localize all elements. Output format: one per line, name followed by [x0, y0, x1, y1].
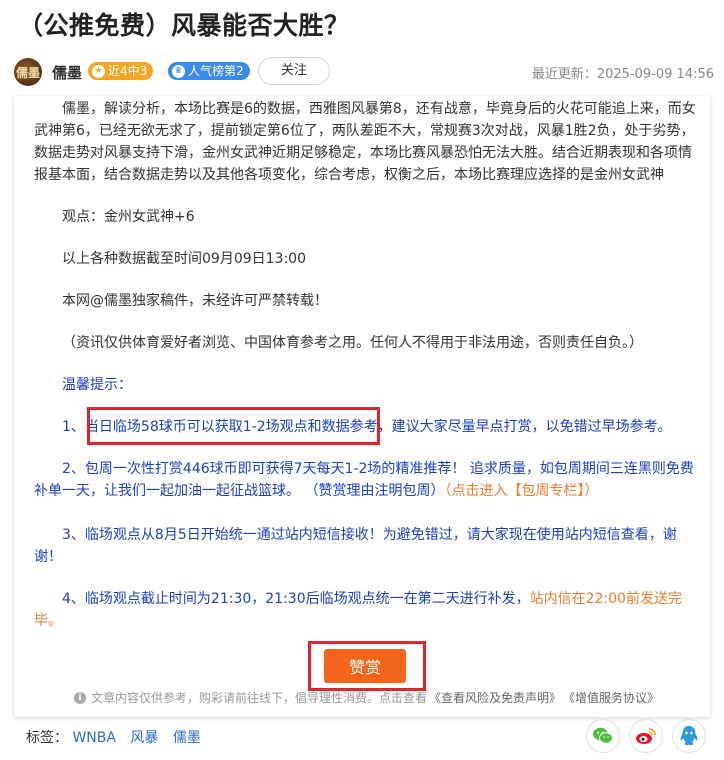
weibo-icon [636, 728, 656, 744]
share-qq-button[interactable] [672, 719, 706, 753]
tag-storm[interactable]: 风暴 [130, 730, 158, 746]
tags-label: 标签： [26, 730, 68, 746]
author-name[interactable]: 儒墨 [52, 62, 82, 83]
tips-title: 温馨提示： [62, 377, 132, 393]
analysis-paragraph: 儒墨，解读分析，本场比赛是6的数据，西雅图风暴第8，还有战意，毕竟身后的火花可能… [34, 101, 696, 183]
tag-rumo[interactable]: 儒墨 [173, 730, 201, 746]
rank-badge-label: 人气榜第2 [188, 64, 244, 78]
star-icon: ★ [92, 64, 105, 78]
tip-3: 3、临场观点从8月5日开始统一通过站内短信接收！为避免错过，请大家现在使用站内短… [34, 527, 677, 565]
tip-1-prefix: 1、 [62, 419, 85, 435]
tag-wnba[interactable]: WNBA [72, 730, 116, 746]
service-agreement-link[interactable]: 《增值服务协议》 [563, 689, 659, 706]
avatar[interactable]: 儒墨 [14, 58, 42, 86]
author-bar: 儒墨 儒墨 ★ 近4中3 ♛ 人气榜第2 关注 最近更新：2025-09-09 … [14, 55, 718, 89]
info-icon: i [74, 691, 86, 704]
update-time: 最近更新：2025-09-09 14:56 [531, 67, 714, 82]
tip-1-suffix: ，建议大家尽量早点打赏，以免错过早场参考。 [377, 419, 672, 435]
risk-disclaimer-link[interactable]: 《查看风险及免责声明》 [429, 689, 561, 706]
wechat-icon [593, 727, 613, 744]
tags-row: 标签： WNBA 风暴 儒墨 [26, 727, 211, 747]
streak-badge-label: 近4中3 [108, 64, 148, 78]
weekly-column-link[interactable]: （点击进入【包周专栏】） [444, 483, 598, 499]
article-content: 儒墨，解读分析，本场比赛是6的数据，西雅图风暴第8，还有战意，毕竟身后的火花可能… [14, 96, 710, 717]
article-title: （公推免费）风暴能否大胜？ [18, 11, 350, 40]
tip-4: 4、临场观点截止时间为21:30，21:30后临场观点统一在第二天进行补发，站内… [34, 588, 704, 632]
copyright-paragraph: 本网@儒墨独家稿件，未经许可严禁转载！ [62, 293, 328, 309]
tip-2: 2、包周一次性打赏446球币即可获得7天每天1-2场的精准推荐！ 追求质量，如包… [34, 458, 704, 502]
share-weibo-button[interactable] [629, 719, 663, 753]
footnote-text: 文章内容仅供参考，购彩请前往线下，倡导理性消费。点击查看 [91, 691, 428, 705]
highlight-box [87, 407, 380, 445]
reward-button[interactable]: 赞赏 [324, 649, 406, 683]
view-paragraph: 观点：金州女武神+6 [62, 209, 195, 225]
tip-4-text: 4、临场观点截止时间为21:30，21:30后临场观点统一在第二天进行补发， [62, 591, 530, 607]
crown-icon: ♛ [172, 64, 185, 78]
footnote: i 文章内容仅供参考，购彩请前往线下，倡导理性消费。点击查看 《查看风险及免责声… [74, 689, 694, 706]
cutoff-paragraph: 以上各种数据截至时间09月09日13:00 [62, 251, 306, 267]
disclaimer-paragraph: （资讯仅供体育爱好者浏览、中国体育参考之用。任何人不得用于非法用途，否则责任自负… [62, 335, 643, 351]
rank-badge: ♛ 人气榜第2 [168, 62, 250, 80]
streak-badge: ★ 近4中3 [88, 62, 154, 80]
share-wechat-button[interactable] [586, 719, 620, 753]
qq-icon [680, 726, 698, 746]
follow-button[interactable]: 关注 [258, 57, 330, 85]
